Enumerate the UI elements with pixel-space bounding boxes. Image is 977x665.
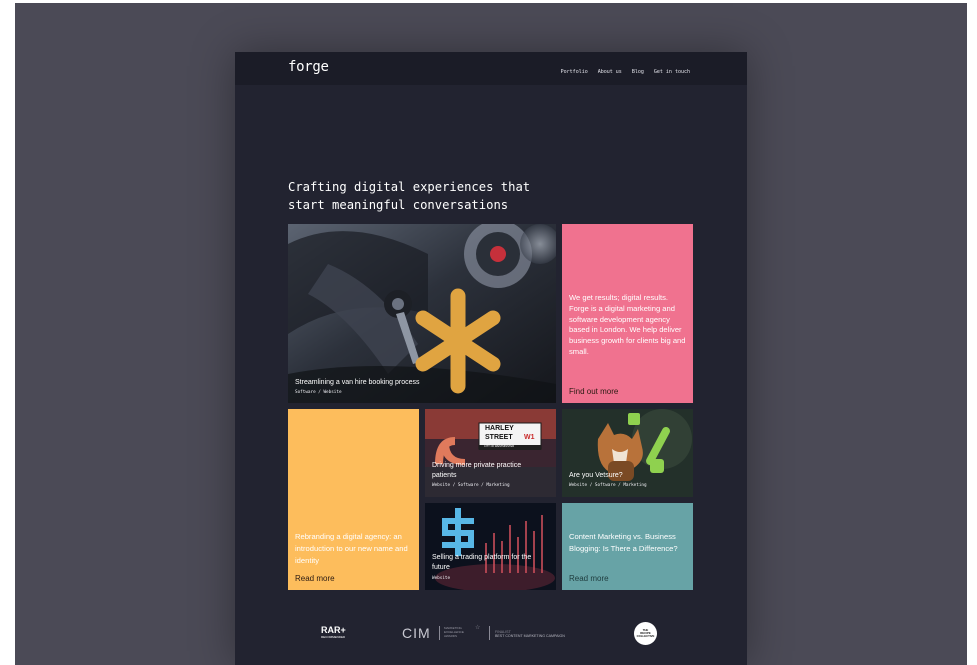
intro-card: We get results; digital results. Forge i… xyxy=(562,224,693,403)
nav-item-portfolio[interactable]: Portfolio xyxy=(561,69,588,75)
star-icon: ☆ xyxy=(475,625,481,631)
nav-item-blog[interactable]: Blog xyxy=(632,69,644,75)
cim-divider-2 xyxy=(489,626,490,640)
find-out-more-link[interactable]: Find out more xyxy=(569,387,618,396)
hero-headline: Crafting digital experiences that start … xyxy=(288,178,588,214)
intro-text: We get results; digital results. Forge i… xyxy=(569,293,686,356)
nav-menu: Portfolio About us Blog Get in touch xyxy=(561,69,690,75)
harley-sign-code: W1 xyxy=(524,434,535,441)
cim-awards-text: MARKETING EXCELLENCE AWARDS xyxy=(444,626,464,638)
case-study-vetsure[interactable]: Are you Vetsure? Website / Software / Ma… xyxy=(562,409,693,497)
top-nav: forge Portfolio About us Blog Get in tou… xyxy=(235,52,747,85)
hero-headline-line-1: Crafting digital experiences that xyxy=(288,180,531,194)
nav-item-about[interactable]: About us xyxy=(598,69,622,75)
recipe-collective-badge: THE RECIPE COLLECTIVE xyxy=(634,622,657,645)
nav-item-contact[interactable]: Get in touch xyxy=(654,69,690,75)
cim-category: BEST CONTENT MARKETING CAMPAIGN xyxy=(495,634,565,638)
cim-logo: CIM xyxy=(402,625,431,641)
rar-logo-sub: RECOMMENDED xyxy=(321,635,346,639)
vetsure-title: Are you Vetsure? xyxy=(569,472,623,479)
harley-sign-sub: CITY OF WESTMINSTER xyxy=(484,445,515,448)
vetsure-tags: Website / Software / Marketing xyxy=(569,483,647,488)
harley-title: Driving more private practice patients xyxy=(432,462,522,479)
partner-logos: RAR+ RECOMMENDED CIM MARKETING EXCELLENC… xyxy=(235,618,747,648)
harley-sign-line-2: STREET xyxy=(485,434,513,441)
case-study-harley-street[interactable]: HARLEY STREET W1 CITY OF WESTMINSTER Dri… xyxy=(425,409,556,497)
content-title: Content Marketing vs. Business Blogging:… xyxy=(569,532,678,553)
forge-logo[interactable]: forge xyxy=(288,59,329,75)
rebrand-title: Rebranding a digital agency: an introduc… xyxy=(295,532,408,565)
blog-content-marketing-card[interactable]: Content Marketing vs. Business Blogging:… xyxy=(562,503,693,590)
hero-headline-line-2: start meaningful conversations xyxy=(288,198,509,212)
rar-logo-text: RAR+ xyxy=(321,625,346,635)
van-hire-tags: Software / Website xyxy=(295,390,342,395)
rar-logo: RAR+ RECOMMENDED xyxy=(321,625,346,640)
badge-line-3: COLLECTIVE xyxy=(636,634,655,638)
cim-divider xyxy=(439,626,440,640)
van-hire-title: Streamlining a van hire booking process xyxy=(295,379,420,386)
harley-sign-line-1: HARLEY xyxy=(485,425,514,432)
rebrand-read-more-link[interactable]: Read more xyxy=(295,574,335,583)
trading-title: Selling a trading platform for the futur… xyxy=(432,554,532,571)
harley-tags: Website / Software / Marketing xyxy=(432,483,510,488)
website-page: forge Portfolio About us Blog Get in tou… xyxy=(235,52,747,665)
trading-tags: Website xyxy=(432,576,451,581)
cim-finalist-text: FINALIST BEST CONTENT MARKETING CAMPAIGN xyxy=(495,630,565,638)
case-study-trading-platform[interactable]: Selling a trading platform for the futur… xyxy=(425,503,556,590)
content-read-more-link[interactable]: Read more xyxy=(569,574,609,583)
blog-rebrand-card[interactable]: Rebranding a digital agency: an introduc… xyxy=(288,409,419,590)
case-study-van-hire[interactable]: Streamlining a van hire booking process … xyxy=(288,224,556,403)
cim-awards-line-3: AWARDS xyxy=(444,634,457,638)
